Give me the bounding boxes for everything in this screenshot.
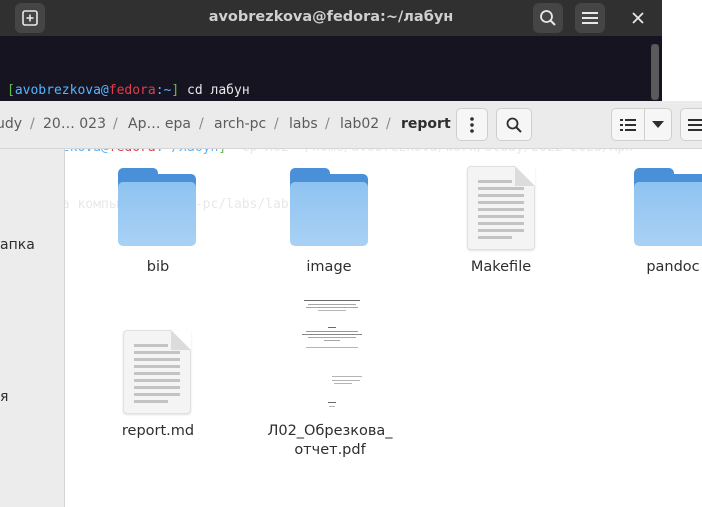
file-item-pandoc[interactable]: pandoc xyxy=(623,168,702,278)
file-item-image[interactable]: image xyxy=(279,168,379,278)
breadcrumb-separator: / xyxy=(325,116,330,132)
breadcrumb: udy / 20… 023 / Ар… ера / arch-pc / labs… xyxy=(0,107,452,142)
breadcrumb-labs[interactable]: labs xyxy=(289,107,318,142)
search-files-button[interactable] xyxy=(496,108,532,141)
breadcrumb-separator: / xyxy=(30,116,35,132)
breadcrumb-report[interactable]: report xyxy=(401,107,451,142)
breadcrumb-study[interactable]: udy xyxy=(0,107,22,142)
view-mode-button[interactable] xyxy=(611,108,645,141)
terminal-headerbar: avobrezkova@fedora:~/лабун xyxy=(0,0,662,36)
kebab-menu-icon xyxy=(470,116,474,133)
hamburger-menu-icon xyxy=(582,12,598,24)
terminal-window: avobrezkova@fedora:~/лабун [avobrezkova@… xyxy=(0,0,662,212)
close-icon xyxy=(632,12,644,24)
chevron-down-icon xyxy=(652,120,664,128)
menu-button[interactable] xyxy=(575,3,605,33)
file-name: отчет.pdf xyxy=(294,442,366,458)
terminal-line: [avobrezkova@fedora:~] cd лабун xyxy=(7,83,250,98)
places-sidebar: апка я xyxy=(0,149,65,507)
search-icon xyxy=(506,117,522,133)
list-view-icon xyxy=(620,118,636,131)
close-button[interactable] xyxy=(623,3,653,33)
file-item-bib[interactable]: bib xyxy=(108,168,208,278)
file-item-makefile[interactable]: Makefile xyxy=(451,166,551,278)
pdf-thumbnail xyxy=(296,296,368,412)
text-file-icon xyxy=(123,330,191,414)
sidebar-item-label[interactable]: я xyxy=(0,389,8,405)
breadcrumb-lab02[interactable]: lab02 xyxy=(340,107,379,142)
folder-menu-button[interactable] xyxy=(456,108,488,141)
file-name: report.md xyxy=(121,423,195,439)
breadcrumb-arch[interactable]: Ар… ера xyxy=(128,107,191,142)
breadcrumb-separator: / xyxy=(199,116,204,132)
folder-icon xyxy=(290,168,368,246)
file-name: pandoc xyxy=(646,259,700,275)
file-name: Л02_Обрезкова_ xyxy=(267,423,393,439)
search-button[interactable] xyxy=(533,3,563,33)
desktop-gap xyxy=(662,0,702,101)
breadcrumb-separator: / xyxy=(386,116,391,132)
main-menu-button[interactable] xyxy=(680,108,702,141)
folder-icon xyxy=(118,168,196,246)
breadcrumb-arch-pc[interactable]: arch-pc xyxy=(214,107,266,142)
breadcrumb-separator: / xyxy=(113,116,118,132)
folder-icon xyxy=(634,168,702,246)
sidebar-item-label[interactable]: апка xyxy=(0,237,35,253)
file-name: image xyxy=(306,259,352,275)
file-name: bib xyxy=(146,259,170,275)
file-item-report-md[interactable]: report.md xyxy=(108,330,208,442)
view-options-button[interactable] xyxy=(644,108,672,141)
hamburger-menu-icon xyxy=(688,118,702,131)
breadcrumb-separator: / xyxy=(274,116,279,132)
terminal-scrollbar-thumb[interactable] xyxy=(651,44,659,100)
file-item-report-pdf[interactable]: Л02_Обрезкова_ отчет.pdf xyxy=(264,296,396,462)
breadcrumb-2022-2023[interactable]: 20… 023 xyxy=(43,107,106,142)
text-file-icon xyxy=(467,166,535,250)
file-manager-headerbar: udy / 20… 023 / Ар… ера / arch-pc / labs… xyxy=(0,101,702,149)
search-icon xyxy=(540,10,556,26)
file-name: Makefile xyxy=(470,259,532,275)
